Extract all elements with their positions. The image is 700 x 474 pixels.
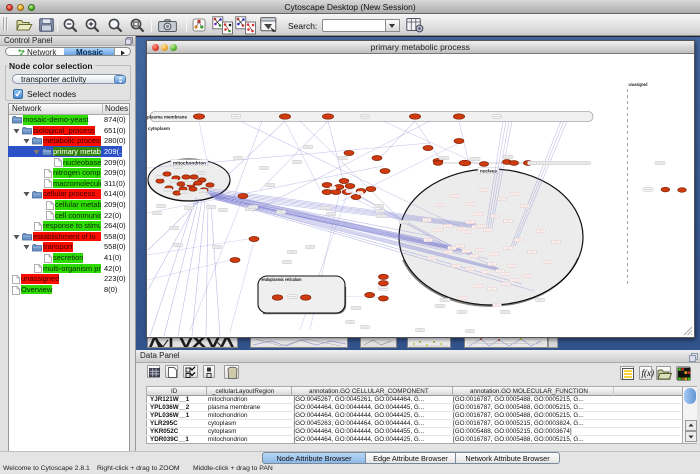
- svg-text:cytoplasm: cytoplasm: [148, 126, 170, 131]
- svg-text:endoplasmic reticulum: endoplasmic reticulum: [262, 277, 302, 282]
- svg-text:plasma membrane: plasma membrane: [147, 115, 187, 120]
- svg-text:unassigned: unassigned: [629, 82, 648, 87]
